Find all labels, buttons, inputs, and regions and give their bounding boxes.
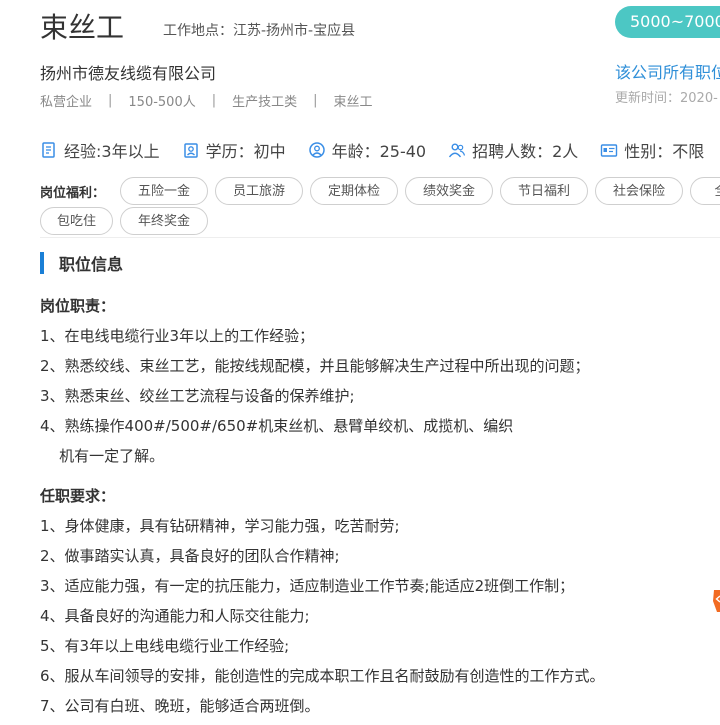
requirement-line: 3、适应能力强，有一定的抗压能力，适应制造业工作节奏;能适应2班倒工作制；: [40, 577, 575, 595]
headcount-icon: [449, 143, 466, 158]
req-age: 年龄：25-40: [308, 138, 427, 162]
requirement-line: 4、具备良好的沟通能力和人际交往能力;: [40, 607, 310, 625]
welfare-label: 岗位福利：: [40, 185, 106, 201]
welfare-tag: 员工旅游: [215, 177, 303, 205]
welfare-tag: 节日福利: [500, 177, 588, 205]
company-meta: 私营企业 | 150-500人 | 生产技工类 | 束丝工: [40, 91, 373, 110]
welfare-tag: 社会保险: [595, 177, 683, 205]
req-gender-text: 性别：不限: [624, 142, 705, 161]
meta-separator: |: [108, 93, 113, 108]
company-size: 150-500人: [128, 95, 196, 110]
salary-badge: 5000~7000元: [615, 6, 720, 38]
duty-line: 1、在电线电缆行业3年以上的工作经验；: [40, 327, 315, 345]
requirement-line: 6、服从车间领导的安排，能创造性的完成本职工作且名耐鼓励有创造性的工作方式。: [40, 667, 605, 685]
welfare-tag: 定期体检: [310, 177, 398, 205]
req-headcount-text: 招聘人数：2人: [472, 142, 579, 161]
duty-line: 3、熟悉束丝、绞丝工艺流程与设备的保养维护;: [40, 387, 355, 405]
requirement-line: 1、身体健康，具有钻研精神，学习能力强，吃苦耐劳;: [40, 517, 400, 535]
age-icon: [308, 142, 325, 158]
meta-separator: |: [211, 93, 217, 108]
section-accent-bar: [40, 252, 44, 274]
welfare-tag: 全勤奖: [690, 177, 720, 205]
req-experience-text: 经验:3年以上: [64, 142, 160, 161]
update-time: 更新时间：2020-: [615, 91, 718, 106]
job-info-section-header: 职位信息: [40, 252, 123, 274]
requirements-title: 任职要求：: [40, 487, 116, 505]
duty-line: 4、熟练操作400#/500#/650#机束丝机、悬臂单绞机、成揽机、编织: [40, 417, 514, 435]
welfare-row-1: 岗位福利： 五险一金 员工旅游 定期体检 绩效奖金 节日福利 社会保险 全勤奖: [40, 176, 720, 206]
job-detail-page: 束丝工 工作地点：江苏-扬州市-宝应县 5000~7000元 扬州市德友线缆有限…: [0, 0, 720, 725]
floating-side-icon[interactable]: [712, 588, 720, 614]
job-requirements-bar: 经验:3年以上 学历：初中 年龄：25-40 招聘人数：2人 性别：不限: [40, 138, 720, 162]
req-education: 学历：初中: [182, 138, 286, 162]
meta-separator: |: [313, 93, 318, 108]
requirement-line: 7、公司有白班、晚班，能够适合两班倒。: [40, 697, 320, 715]
job-title: 束丝工: [40, 11, 125, 44]
all-company-jobs-link[interactable]: 该公司所有职位: [615, 59, 720, 83]
section-divider: [40, 237, 720, 238]
req-age-text: 年龄：25-40: [331, 142, 427, 161]
welfare-tag: 五险一金: [120, 177, 208, 205]
welfare-tag: 绩效奖金: [405, 177, 493, 205]
req-education-text: 学历：初中: [205, 142, 286, 161]
gender-icon: [601, 144, 618, 157]
duty-line: 机有一定了解。: [40, 447, 165, 465]
requirement-line: 2、做事踏实认真，具备良好的团队合作精神;: [40, 547, 340, 565]
company-type: 私营企业: [40, 95, 93, 110]
req-experience: 经验:3年以上: [40, 138, 160, 162]
education-icon: [183, 143, 198, 158]
duties-title: 岗位职责：: [40, 297, 116, 315]
welfare-tag: 包吃住: [40, 207, 113, 235]
job-category: 生产技工类: [232, 95, 298, 110]
job-info-title: 职位信息: [59, 255, 124, 274]
experience-icon: [42, 142, 55, 158]
company-name[interactable]: 扬州市德友线缆有限公司: [40, 60, 216, 84]
req-gender: 性别：不限: [600, 138, 704, 162]
requirement-line: 5、有3年以上电线电缆行业工作经验;: [40, 637, 290, 655]
welfare-row-2: 包吃住 年终奖金: [40, 206, 215, 236]
duty-line: 2、熟悉绞线、束丝工艺，能按线规配模，并且能够解决生产过程中所出现的问题；: [40, 357, 590, 375]
job-type: 束丝工: [333, 95, 373, 110]
welfare-tag: 年终奖金: [120, 207, 208, 235]
job-location: 工作地点：江苏-扬州市-宝应县: [163, 23, 356, 39]
req-headcount: 招聘人数：2人: [448, 138, 578, 162]
